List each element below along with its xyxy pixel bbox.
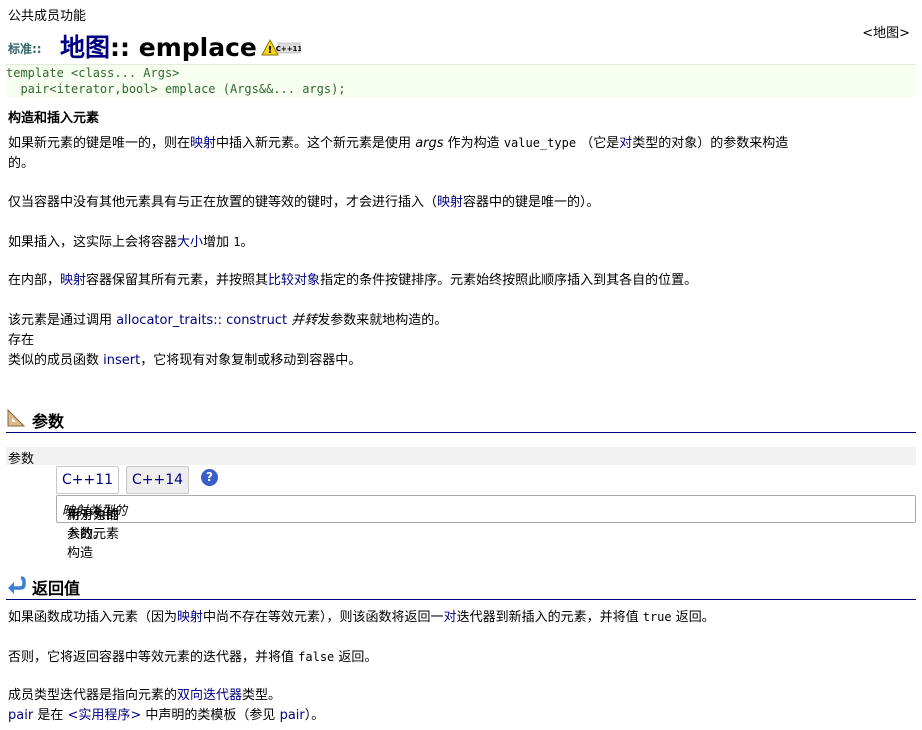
prototype-line-2: pair<iterator,bool> emplace (Args&&... a… — [6, 82, 346, 96]
true-code: true — [642, 610, 672, 624]
size-link[interactable]: 大小 — [177, 235, 203, 250]
parameter-label: 参数 — [8, 452, 35, 467]
args-emphasis: args — [415, 136, 444, 151]
prototype-line-1: template <class... Args> — [6, 66, 180, 80]
map-link[interactable]: 映射 — [437, 195, 463, 210]
paragraph-insert-condition: 仅当容器中没有其他元素具有与正在放置的键等效的键时，才会进行插入（映射容器中的键… — [8, 195, 600, 210]
map-link[interactable]: 映射 — [177, 610, 203, 625]
svg-text:C++11: C++11 — [276, 45, 301, 53]
paragraph-internal-order: 在内部，映射容器保留其所有元素，并按照其比较对象指定的条件按键排序。元素始终按照… — [8, 273, 698, 288]
parameter-description: 用于为插入的元素构造 映射类型的 新对象的参数。 — [62, 504, 128, 561]
map-link[interactable]: 映射 — [60, 273, 86, 288]
paragraph-size-increase: 如果插入，这实际上会将容器大小增加 1。 — [8, 235, 254, 250]
paragraph-construct: 该元素是通过调用 allocator_traits:: construct 并转… — [8, 313, 448, 368]
cpp11-warning-icon: ! C++11 — [261, 35, 302, 64]
namespace-label: 标准:: — [8, 42, 42, 56]
function-prototype: template <class... Args> pair<iterator,b… — [6, 64, 916, 97]
paragraph-return-failure: 否则，它将返回容器中等效元素的迭代器，并将值 false 返回。 — [8, 650, 378, 665]
description-heading: 构造和插入元素 — [8, 111, 100, 126]
header-reference-link[interactable]: <地图> — [862, 22, 910, 41]
false-code: false — [298, 650, 335, 664]
svg-text:!: ! — [268, 45, 273, 56]
pair-link[interactable]: 对 — [444, 610, 457, 625]
allocator-traits-construct-link[interactable]: allocator_traits:: construct — [116, 313, 287, 328]
bidirectional-iterator-link[interactable]: 双向迭代器 — [177, 688, 242, 703]
pair-link[interactable]: 对 — [619, 136, 632, 151]
tab-cpp11[interactable]: C++11 — [56, 466, 120, 494]
compare-object-link[interactable]: 比较对象 — [268, 273, 320, 288]
return-arrow-icon — [8, 576, 26, 594]
title-bar: 标准:: 地图:: emplace ! C++11 <地图> — [8, 26, 916, 64]
public-member-function-label: 公共成员功能 — [8, 9, 87, 24]
parameter-row: 参数 — [6, 447, 916, 467]
page-title: 地图:: emplace ! C++11 — [60, 28, 302, 64]
pair-link[interactable]: pair — [280, 708, 305, 723]
title-function-name: emplace — [138, 33, 257, 62]
pair-link[interactable]: pair — [8, 708, 33, 723]
map-link[interactable]: 映射 — [190, 136, 216, 151]
paragraph-return-success: 如果函数成功插入元素（因为映射中尚不存在等效元素），则该函数将返回一对迭代器到新… — [8, 610, 715, 625]
title-map-link[interactable]: 地图 — [60, 33, 110, 62]
help-icon[interactable]: ? — [201, 469, 218, 486]
triangle-ruler-icon — [7, 408, 26, 427]
title-scope-operator: :: — [110, 33, 131, 62]
return-value-title: 返回值 — [32, 579, 81, 598]
utility-header-link[interactable]: <实用程序> — [67, 708, 141, 723]
value-type-code: value_type — [503, 136, 577, 150]
parameter-description-box: 用于为插入的元素构造 映射类型的 新对象的参数。 — [56, 495, 916, 561]
return-value-section-header: 返回值 — [6, 573, 916, 600]
insert-link[interactable]: insert — [103, 353, 140, 368]
paragraph-unique-key: 如果新元素的键是唯一的，则在映射中插入新元素。这个新元素是使用 args 作为构… — [8, 136, 789, 171]
parameters-title: 参数 — [32, 412, 65, 431]
paragraph-iterator-type: 成员类型迭代器是指向元素的双向迭代器类型。 pair 是在 <实用程序> 中声明… — [8, 688, 325, 723]
tab-cpp14[interactable]: C++14 — [126, 466, 190, 494]
parameters-section-header: 参数 — [6, 406, 916, 433]
